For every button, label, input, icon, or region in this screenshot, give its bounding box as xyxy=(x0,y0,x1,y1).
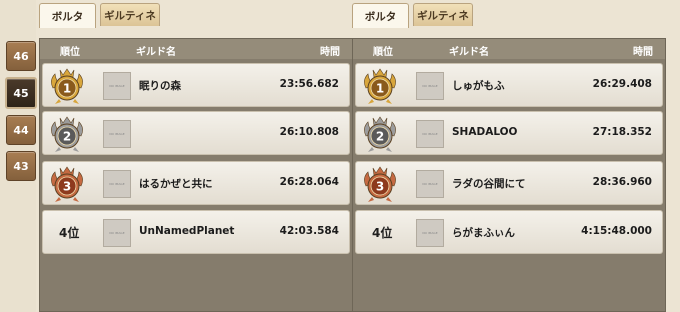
ranking-row[interactable]: 2 NO IMAGE 26:10.808 xyxy=(42,111,350,155)
guild-name: SHADALOO xyxy=(452,126,518,138)
bronze-medal-icon: 3 xyxy=(51,166,83,202)
ranking-board: 順位 ギルド名 時間 1 NO IMAGE 眠りの森 23:56.682 2 NO … xyxy=(39,38,353,312)
boss-tabs: ボルタ ギルティネ xyxy=(352,3,666,28)
clear-time: 26:10.808 xyxy=(279,126,339,138)
header-time: 時間 xyxy=(320,47,340,58)
gold-medal-icon: 1 xyxy=(51,68,83,104)
week-button-46[interactable]: 46 xyxy=(6,41,36,71)
header-rank: 順位 xyxy=(60,47,80,58)
ranking-row[interactable]: 2 NO IMAGE SHADALOO 27:18.352 xyxy=(355,111,663,155)
ranking-row[interactable]: 3 NO IMAGE はるかぜと共に 26:28.064 xyxy=(42,161,350,205)
week-button-45[interactable]: 45 xyxy=(5,77,37,109)
clear-time: 23:56.682 xyxy=(279,78,339,90)
guild-name: らがまふぃん xyxy=(452,227,515,239)
guild-name: はるかぜと共に xyxy=(139,178,213,190)
week-button-43[interactable]: 43 xyxy=(6,151,36,181)
ranking-header: 順位 ギルド名 時間 xyxy=(353,39,665,59)
clear-time: 27:18.352 xyxy=(592,126,652,138)
ranking-row[interactable]: 3 NO IMAGE ラダの谷間にて 28:36.960 xyxy=(355,161,663,205)
guild-name: ラダの谷間にて xyxy=(452,178,526,190)
svg-text:1: 1 xyxy=(376,82,384,96)
clear-time: 28:36.960 xyxy=(592,176,652,188)
clear-time: 42:03.584 xyxy=(279,225,339,237)
bronze-medal-icon: 3 xyxy=(364,166,396,202)
ranking-row[interactable]: 4位 NO IMAGE UnNamedPlanet 42:03.584 xyxy=(42,210,350,254)
guild-emblem-placeholder: NO IMAGE xyxy=(103,72,131,100)
guild-emblem-placeholder: NO IMAGE xyxy=(416,219,444,247)
right-ranking-panel: ボルタ ギルティネ 順位 ギルド名 時間 1 NO IMAGE しゅがもふ 26:2… xyxy=(352,0,666,312)
guild-emblem-placeholder: NO IMAGE xyxy=(416,72,444,100)
guild-name: しゅがもふ xyxy=(452,80,505,92)
gold-medal-icon: 1 xyxy=(364,68,396,104)
header-rank: 順位 xyxy=(373,47,393,58)
ranking-board: 順位 ギルド名 時間 1 NO IMAGE しゅがもふ 26:29.408 2 NO… xyxy=(352,38,666,312)
clear-time: 26:29.408 xyxy=(592,78,652,90)
week-button-44[interactable]: 44 xyxy=(6,115,36,145)
left-ranking-panel: ボルタ ギルティネ 順位 ギルド名 時間 1 NO IMAGE 眠りの森 23:56… xyxy=(39,0,353,312)
tab-volta[interactable]: ボルタ xyxy=(39,3,96,28)
guild-emblem-placeholder: NO IMAGE xyxy=(416,170,444,198)
boss-tabs: ボルタ ギルティネ xyxy=(39,3,353,28)
svg-text:3: 3 xyxy=(376,180,384,194)
ranking-row[interactable]: 4位 NO IMAGE らがまふぃん 4:15:48.000 xyxy=(355,210,663,254)
tab-giltine[interactable]: ギルティネ xyxy=(413,3,473,26)
tab-volta[interactable]: ボルタ xyxy=(352,3,409,28)
svg-text:2: 2 xyxy=(376,130,384,144)
rank-label: 4位 xyxy=(59,226,80,240)
ranking-row[interactable]: 1 NO IMAGE しゅがもふ 26:29.408 xyxy=(355,63,663,107)
tab-giltine[interactable]: ギルティネ xyxy=(100,3,160,26)
clear-time: 26:28.064 xyxy=(279,176,339,188)
guild-emblem-placeholder: NO IMAGE xyxy=(103,219,131,247)
rank-label: 4位 xyxy=(372,226,393,240)
guild-name: UnNamedPlanet xyxy=(139,225,235,237)
clear-time: 4:15:48.000 xyxy=(581,225,652,237)
svg-text:2: 2 xyxy=(63,130,71,144)
silver-medal-icon: 2 xyxy=(364,116,396,152)
week-sidebar: 46 45 44 43 xyxy=(0,0,37,312)
ranking-row[interactable]: 1 NO IMAGE 眠りの森 23:56.682 xyxy=(42,63,350,107)
guild-name: 眠りの森 xyxy=(139,80,181,92)
header-guild-name: ギルド名 xyxy=(449,47,489,58)
svg-text:3: 3 xyxy=(63,180,71,194)
ranking-header: 順位 ギルド名 時間 xyxy=(40,39,352,59)
header-guild-name: ギルド名 xyxy=(136,47,176,58)
guild-emblem-placeholder: NO IMAGE xyxy=(103,120,131,148)
svg-text:1: 1 xyxy=(63,82,71,96)
header-time: 時間 xyxy=(633,47,653,58)
guild-emblem-placeholder: NO IMAGE xyxy=(103,170,131,198)
silver-medal-icon: 2 xyxy=(51,116,83,152)
guild-emblem-placeholder: NO IMAGE xyxy=(416,120,444,148)
